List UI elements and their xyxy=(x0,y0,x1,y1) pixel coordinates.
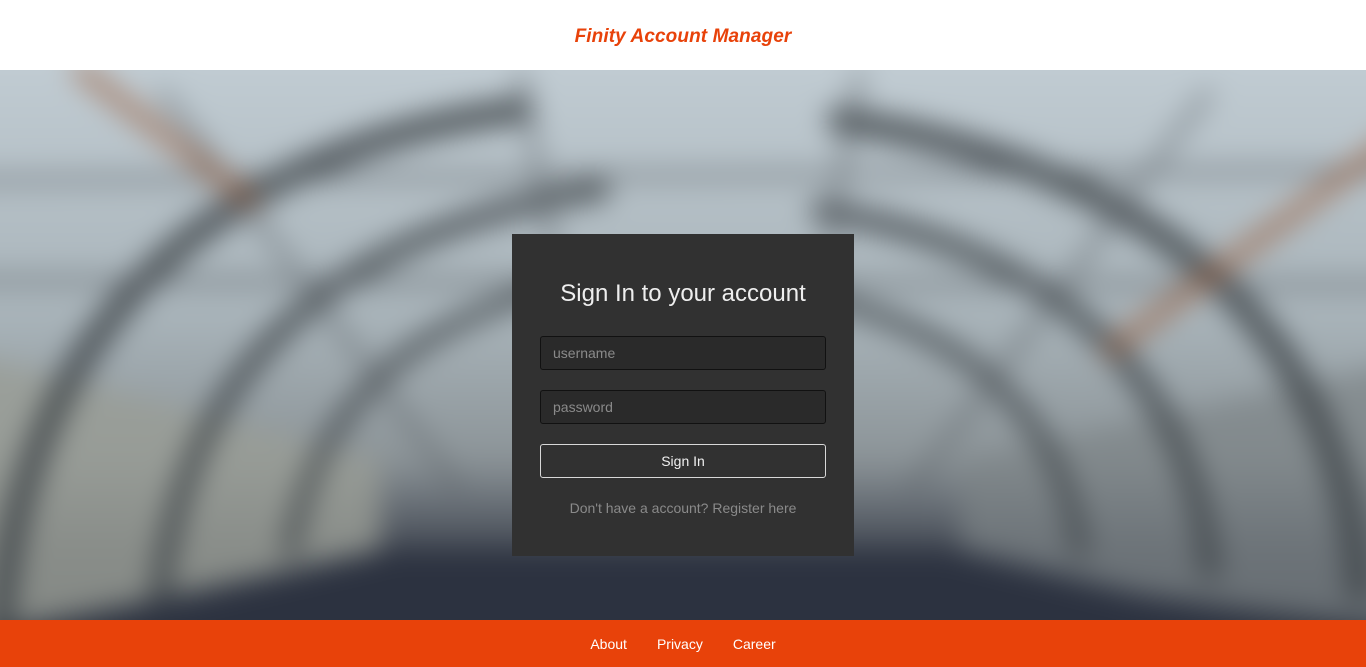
username-input[interactable] xyxy=(540,336,826,370)
hero-background: Sign In to your account Sign In Don't ha… xyxy=(0,70,1366,620)
footer-link-career[interactable]: Career xyxy=(733,636,776,652)
footer-link-about[interactable]: About xyxy=(590,636,627,652)
login-title: Sign In to your account xyxy=(560,280,806,307)
footer-link-privacy[interactable]: Privacy xyxy=(657,636,703,652)
register-link[interactable]: Don't have a account? Register here xyxy=(512,500,854,516)
login-card: Sign In to your account Sign In Don't ha… xyxy=(512,234,854,556)
sign-in-button[interactable]: Sign In xyxy=(540,444,826,478)
footer-nav: About Privacy Career xyxy=(0,620,1366,667)
top-header: Finity Account Manager xyxy=(0,0,1366,70)
password-input[interactable] xyxy=(540,390,826,424)
brand-title: Finity Account Manager xyxy=(574,26,792,47)
